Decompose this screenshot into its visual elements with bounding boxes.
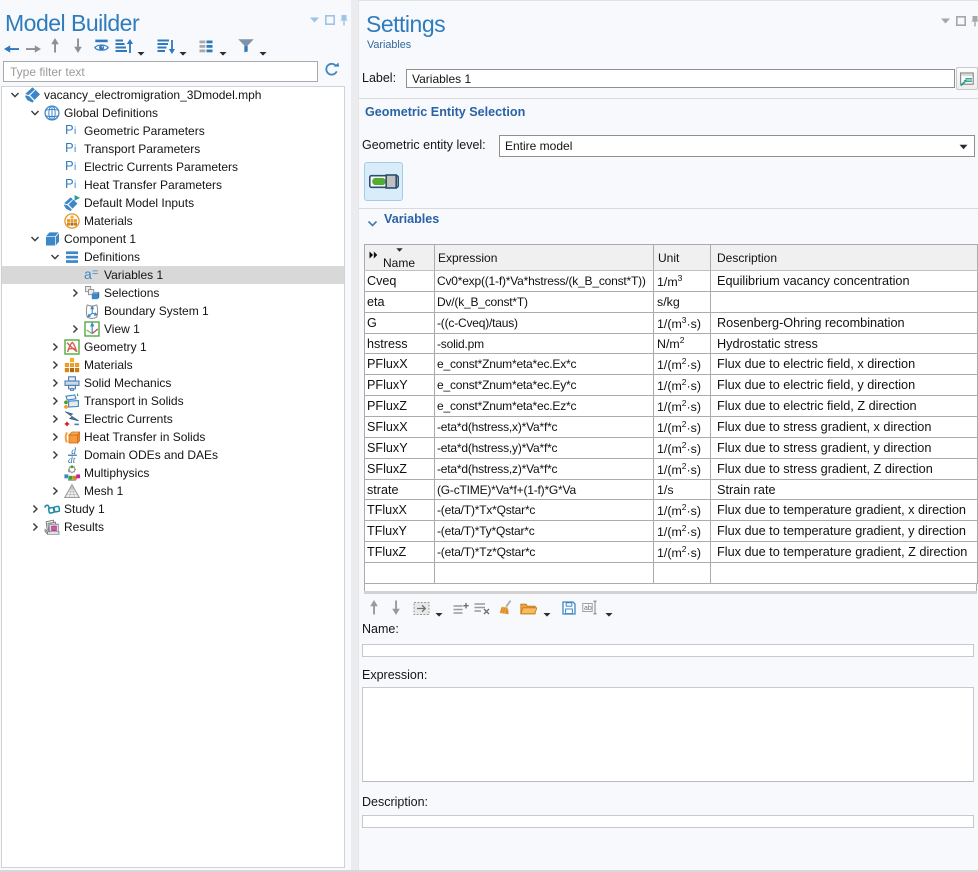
- svg-text:ab: ab: [584, 605, 592, 612]
- svg-text:dt: dt: [68, 456, 76, 463]
